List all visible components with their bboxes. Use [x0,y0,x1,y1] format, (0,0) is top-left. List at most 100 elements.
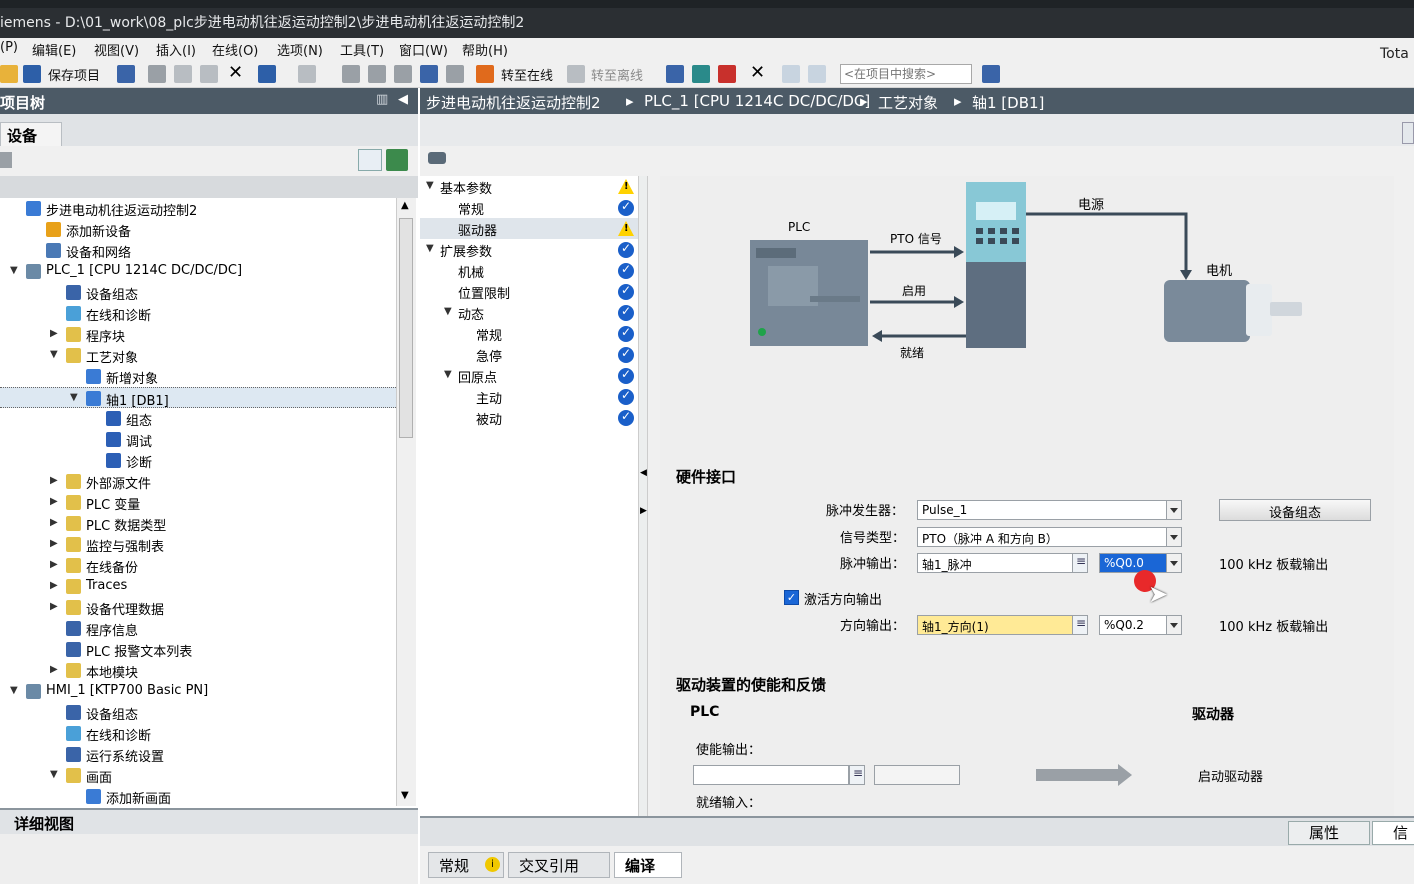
view-toggle-icon[interactable] [428,152,446,164]
project-tree-scrollbar[interactable]: ▲ ▼ [396,198,416,806]
tree-item[interactable]: 调试 [0,429,396,450]
tree-item[interactable]: 添加新设备 [0,219,396,240]
tree-item[interactable]: ▶ 设备代理数据 [0,597,396,618]
nav-item[interactable]: ▼ 基本参数 [420,176,638,197]
overview-icon[interactable] [386,149,408,171]
menu-options[interactable]: 选项(N) [277,40,323,59]
dir-out-address-select[interactable]: %Q0.2 [1099,615,1167,635]
expand-arrow-icon[interactable]: ▼ [10,685,18,696]
tree-item[interactable]: 设备和网络 [0,240,396,261]
enable-out-address[interactable] [874,765,960,785]
collapse-arrow-icon[interactable]: ▶ [50,538,58,549]
collapse-panel-icon[interactable]: ◀ [398,92,408,107]
nav-item[interactable]: ▼ 回原点 [420,365,638,386]
tree-item[interactable]: 诊断 [0,450,396,471]
editor-tab-stub[interactable] [1402,122,1414,144]
splitter-right-icon[interactable]: ▶ [640,506,647,516]
tree-item[interactable]: ▶ 程序块 [0,324,396,345]
nav-item[interactable]: 驱动器 [420,218,638,239]
menu-online[interactable]: 在线(O) [212,40,258,59]
tree-item[interactable]: ▼ PLC_1 [CPU 1214C DC/DC/DC] [0,261,396,282]
device-config-button[interactable]: 设备组态 [1219,499,1371,521]
stop-cpu-icon[interactable] [718,65,736,83]
tab-devices[interactable]: 设备 [0,122,62,146]
scroll-down-icon[interactable]: ▼ [401,790,409,801]
info-tab[interactable]: 信 [1372,821,1414,845]
nav-item[interactable]: 常规 [420,197,638,218]
tree-item[interactable]: 组态 [0,408,396,429]
redo-icon[interactable] [298,65,316,83]
copy-icon[interactable] [174,65,192,83]
collapse-arrow-icon[interactable]: ▶ [50,517,58,528]
start-cpu-icon[interactable] [692,65,710,83]
tree-item[interactable]: ▼ HMI_1 [KTP700 Basic PN] [0,681,396,702]
tree-item[interactable]: 在线和诊断 [0,723,396,744]
tree-item[interactable]: ▶ PLC 数据类型 [0,513,396,534]
enable-out-list-icon[interactable] [849,765,865,785]
nav-item[interactable]: 常规 [420,323,638,344]
signal-type-dropdown-icon[interactable] [1166,527,1182,547]
tree-item[interactable]: PLC 报警文本列表 [0,639,396,660]
collapse-arrow-icon[interactable]: ▶ [50,475,58,486]
delete-icon[interactable]: ✕ [228,64,246,83]
dir-output-checkbox[interactable]: ✓ [784,590,799,605]
expand-arrow-icon[interactable]: ▼ [426,243,434,254]
menu-tools[interactable]: 工具(T) [340,40,384,59]
tab-general[interactable]: 常规 i [428,852,504,878]
dir-out-tag-input[interactable]: 轴1_方向(1) [917,615,1073,635]
tree-item[interactable]: ▶ 在线备份 [0,555,396,576]
scroll-thumb[interactable] [399,218,413,438]
menu-project[interactable]: (P) [0,40,18,55]
project-search-input[interactable] [840,64,972,84]
tree-item[interactable]: 在线和诊断 [0,303,396,324]
list-view-icon[interactable] [358,149,382,171]
expand-arrow-icon[interactable]: ▼ [426,180,434,191]
menu-edit[interactable]: 编辑(E) [32,40,76,59]
tree-item[interactable]: 设备组态 [0,702,396,723]
properties-tab[interactable]: 属性 [1288,821,1370,845]
tree-item[interactable]: ▼ 轴1 [DB1] [0,387,396,409]
menu-insert[interactable]: 插入(I) [156,40,196,59]
pulse-out-dropdown-icon[interactable] [1166,553,1182,573]
tab-compile[interactable]: 编译 [614,852,682,878]
tree-item[interactable]: 程序信息 [0,618,396,639]
menu-window[interactable]: 窗口(W) [399,40,448,59]
open-project-icon[interactable] [0,65,18,83]
download-icon[interactable] [368,65,386,83]
pulse-out-address-select[interactable]: %Q0.0 [1099,553,1167,573]
nav-item[interactable]: 被动 [420,407,638,428]
tree-item[interactable]: 步进电动机往返运动控制2 [0,198,396,219]
pulse-out-list-icon[interactable] [1072,553,1088,573]
tab-cross-references[interactable]: 交叉引用 [508,852,610,878]
scroll-up-icon[interactable]: ▲ [401,200,409,211]
cut-icon[interactable] [148,65,166,83]
accessible-devices-icon[interactable] [666,65,684,83]
tree-item[interactable]: 添加新画面 [0,786,396,806]
go-offline-button[interactable]: 转至离线 [591,65,643,84]
signal-type-select[interactable]: PTO（脉冲 A 和方向 B） [917,527,1167,547]
tree-item[interactable]: ▶ 监控与强制表 [0,534,396,555]
detail-view-header[interactable]: 详细视图 [0,808,418,834]
tree-item[interactable]: ▶ Traces [0,576,396,597]
simulation-icon[interactable] [420,65,438,83]
pulse-gen-select[interactable]: Pulse_1 [917,500,1167,520]
collapse-arrow-icon[interactable]: ▶ [50,580,58,591]
nav-item[interactable]: ▼ 动态 [420,302,638,323]
tree-item[interactable]: 设备组态 [0,282,396,303]
nav-item[interactable]: 位置限制 [420,281,638,302]
print-icon[interactable] [117,65,135,83]
expand-arrow-icon[interactable]: ▼ [444,369,452,380]
paste-icon[interactable] [200,65,218,83]
breadcrumb-plc[interactable]: PLC_1 [CPU 1214C DC/DC/DC] [644,92,870,110]
search-icon[interactable] [982,65,1000,83]
splitter-left-icon[interactable]: ◀ [640,468,647,478]
collapse-arrow-icon[interactable]: ▶ [50,496,58,507]
split-horizontal-icon[interactable] [782,65,800,83]
tree-item[interactable]: ▶ PLC 变量 [0,492,396,513]
tree-tool-icon[interactable] [0,152,12,168]
upload-icon[interactable] [394,65,412,83]
dir-out-dropdown-icon[interactable] [1166,615,1182,635]
expand-arrow-icon[interactable]: ▼ [444,306,452,317]
cross-icon[interactable]: ✕ [750,64,768,83]
breadcrumb-tech-objects[interactable]: 工艺对象 [878,92,938,113]
